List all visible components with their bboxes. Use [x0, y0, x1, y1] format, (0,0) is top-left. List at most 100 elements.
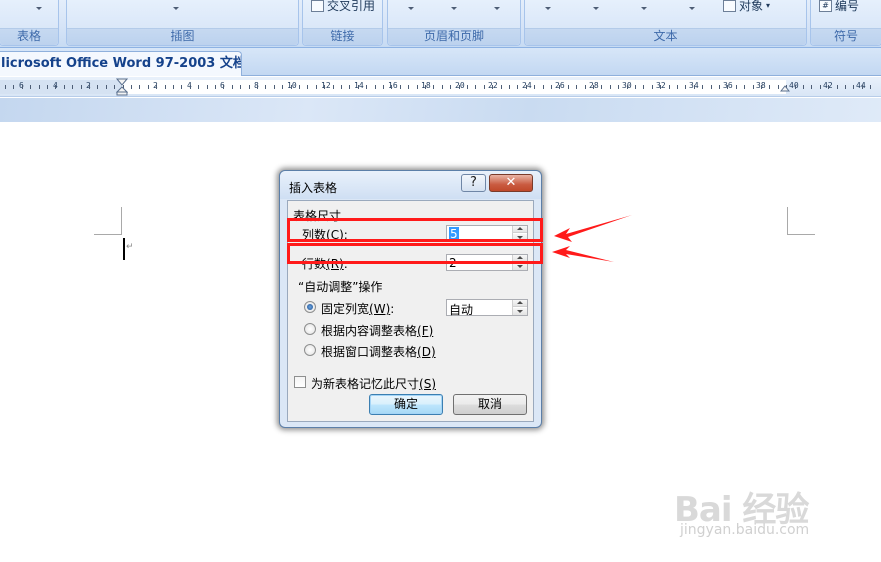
ribbon-group-illustrations: 插图	[66, 0, 299, 46]
ruler-tick	[257, 85, 258, 89]
ruler-tick	[249, 85, 250, 89]
ok-button[interactable]: 确定	[369, 394, 443, 415]
ruler-number: 16	[388, 81, 398, 90]
ruler-tick	[475, 85, 476, 89]
annotation-box-rows	[287, 243, 543, 264]
ruler-tick	[333, 85, 334, 89]
help-button[interactable]: ?	[461, 174, 486, 192]
ruler-tick	[282, 85, 283, 89]
margin-mark	[121, 207, 122, 235]
document-area-header	[0, 98, 881, 122]
ruler-tick	[198, 85, 199, 89]
ruler-tick	[156, 85, 157, 89]
horizontal-ruler[interactable]: 6422468101214161820222426283032343638404…	[0, 77, 881, 97]
ruler-tick	[559, 85, 560, 89]
margin-mark	[94, 234, 122, 235]
paragraph-mark-icon: ↵	[126, 242, 134, 252]
autofit-window-label[interactable]: 根据窗口调整表格(D)	[321, 343, 436, 360]
number-button[interactable]: # 编号	[819, 0, 859, 14]
chevron-down-icon[interactable]	[689, 7, 695, 10]
ruler-tick	[131, 85, 132, 89]
ruler-tick	[274, 85, 275, 89]
ruler-tick	[744, 85, 745, 89]
arrow-left-icon	[554, 215, 632, 242]
ruler-tick	[828, 85, 829, 89]
ruler-tick	[5, 85, 6, 89]
ruler-tick	[114, 85, 115, 89]
ruler-tick	[492, 85, 493, 89]
text-cursor	[123, 238, 125, 260]
ruler-tick	[820, 85, 821, 89]
ruler-tick	[165, 85, 166, 89]
ruler-tick	[526, 85, 527, 89]
remember-size-checkbox[interactable]	[294, 376, 306, 388]
margin-mark	[787, 234, 815, 235]
ruler-tick	[316, 85, 317, 89]
close-button[interactable]: ✕	[489, 174, 533, 192]
fixed-width-stepper[interactable]: 自动	[446, 299, 528, 318]
chevron-down-icon[interactable]	[36, 7, 42, 10]
ribbon-group-symbols: # 编号 符号	[810, 0, 881, 46]
cancel-button[interactable]: 取消	[453, 394, 527, 415]
ruler-tick	[576, 85, 577, 89]
annotation-box-columns	[287, 218, 543, 242]
ruler-tick	[870, 85, 871, 89]
ruler-tick	[459, 85, 460, 89]
cross-reference-button[interactable]: 交叉引用	[311, 0, 375, 14]
ruler-tick	[291, 85, 292, 89]
ruler-tick	[324, 85, 325, 89]
ribbon-group-label: 表格	[16, 29, 41, 43]
number-label: 编号	[835, 0, 860, 13]
ruler-tick	[307, 85, 308, 89]
ribbon-group-label: 文本	[653, 29, 678, 43]
indent-marker-icon[interactable]	[116, 78, 128, 96]
ruler-number: 12	[321, 81, 331, 90]
chevron-down-icon[interactable]	[593, 7, 599, 10]
ruler-tick	[627, 85, 628, 89]
fixed-width-value[interactable]: 自动	[449, 301, 473, 318]
ruler-tick	[366, 85, 367, 89]
spin-down-icon[interactable]	[513, 308, 527, 315]
ruler-tick	[853, 85, 854, 89]
ruler-tick	[400, 85, 401, 89]
document-tab-strip: licrosoft Office Word 97-2003 文档.doc	[0, 48, 881, 76]
fixed-width-radio[interactable]	[304, 301, 316, 313]
ribbon-group-header-footer: 页眉和页脚	[387, 0, 521, 46]
object-button[interactable]: 对象 ▾	[723, 0, 770, 14]
ruler-tick	[190, 85, 191, 89]
dialog-titlebar[interactable]: 插入表格 ? ✕	[280, 171, 541, 199]
ruler-tick	[543, 85, 544, 89]
chevron-down-icon[interactable]	[494, 7, 500, 10]
dialog-title: 插入表格	[289, 181, 338, 195]
ruler-tick	[417, 85, 418, 89]
spin-down-icon[interactable]	[513, 263, 527, 270]
ruler-tick	[358, 85, 359, 89]
ruler-tick	[811, 85, 812, 89]
ruler-tick	[349, 85, 350, 89]
ruler-tick	[22, 85, 23, 89]
chevron-down-icon[interactable]	[408, 7, 414, 10]
ruler-tick	[601, 85, 602, 89]
fixed-width-label[interactable]: 固定列宽(W):	[321, 300, 394, 317]
ruler-tick	[652, 85, 653, 89]
right-indent-marker-icon[interactable]	[780, 80, 790, 94]
chevron-down-icon[interactable]	[451, 7, 457, 10]
ruler-tick	[727, 85, 728, 89]
chevron-down-icon[interactable]	[641, 7, 647, 10]
autofit-content-label[interactable]: 根据内容调整表格(F)	[321, 322, 433, 339]
chevron-down-icon[interactable]	[173, 7, 179, 10]
ruler-tick	[618, 85, 619, 89]
ruler-tick	[450, 85, 451, 89]
ruler-tick	[408, 85, 409, 89]
ribbon-group-label: 链接	[330, 29, 355, 43]
ruler-tick	[299, 85, 300, 89]
autofit-window-radio[interactable]	[304, 344, 316, 356]
spin-up-icon[interactable]	[513, 300, 527, 307]
autofit-content-radio[interactable]	[304, 323, 316, 335]
document-tab[interactable]: licrosoft Office Word 97-2003 文档.doc	[0, 51, 242, 76]
ribbon-group-label: 符号	[833, 29, 858, 43]
chevron-down-icon[interactable]	[545, 7, 551, 10]
ruler-tick	[383, 85, 384, 89]
ruler-tick	[509, 85, 510, 89]
remember-size-label[interactable]: 为新表格记忆此尺寸(S)	[311, 375, 436, 392]
